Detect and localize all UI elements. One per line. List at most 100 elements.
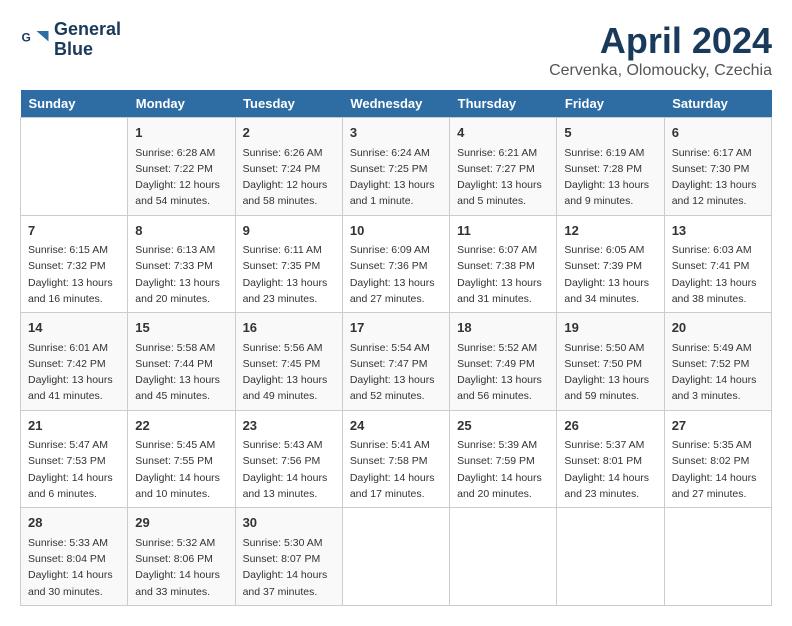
day-number: 9 bbox=[243, 221, 335, 241]
day-info: Sunrise: 5:50 AM Sunset: 7:50 PM Dayligh… bbox=[564, 340, 656, 405]
calendar-cell: 18Sunrise: 5:52 AM Sunset: 7:49 PM Dayli… bbox=[450, 313, 557, 411]
day-info: Sunrise: 6:21 AM Sunset: 7:27 PM Dayligh… bbox=[457, 145, 549, 210]
calendar-week-2: 7Sunrise: 6:15 AM Sunset: 7:32 PM Daylig… bbox=[21, 215, 772, 313]
calendar-cell bbox=[450, 508, 557, 606]
day-number: 11 bbox=[457, 221, 549, 241]
day-info: Sunrise: 6:11 AM Sunset: 7:35 PM Dayligh… bbox=[243, 242, 335, 307]
day-number: 2 bbox=[243, 123, 335, 143]
day-number: 20 bbox=[672, 318, 764, 338]
day-number: 29 bbox=[135, 513, 227, 533]
day-info: Sunrise: 6:24 AM Sunset: 7:25 PM Dayligh… bbox=[350, 145, 442, 210]
day-info: Sunrise: 5:43 AM Sunset: 7:56 PM Dayligh… bbox=[243, 437, 335, 502]
calendar-week-5: 28Sunrise: 5:33 AM Sunset: 8:04 PM Dayli… bbox=[21, 508, 772, 606]
weekday-header-monday: Monday bbox=[128, 90, 235, 118]
day-info: Sunrise: 6:01 AM Sunset: 7:42 PM Dayligh… bbox=[28, 340, 120, 405]
calendar-cell: 16Sunrise: 5:56 AM Sunset: 7:45 PM Dayli… bbox=[235, 313, 342, 411]
day-number: 8 bbox=[135, 221, 227, 241]
day-info: Sunrise: 6:26 AM Sunset: 7:24 PM Dayligh… bbox=[243, 145, 335, 210]
calendar-cell: 7Sunrise: 6:15 AM Sunset: 7:32 PM Daylig… bbox=[21, 215, 128, 313]
day-number: 27 bbox=[672, 416, 764, 436]
day-number: 3 bbox=[350, 123, 442, 143]
day-info: Sunrise: 6:03 AM Sunset: 7:41 PM Dayligh… bbox=[672, 242, 764, 307]
calendar-cell: 12Sunrise: 6:05 AM Sunset: 7:39 PM Dayli… bbox=[557, 215, 664, 313]
day-info: Sunrise: 5:45 AM Sunset: 7:55 PM Dayligh… bbox=[135, 437, 227, 502]
svg-text:G: G bbox=[22, 30, 31, 44]
day-info: Sunrise: 5:52 AM Sunset: 7:49 PM Dayligh… bbox=[457, 340, 549, 405]
day-number: 23 bbox=[243, 416, 335, 436]
day-info: Sunrise: 5:47 AM Sunset: 7:53 PM Dayligh… bbox=[28, 437, 120, 502]
day-number: 13 bbox=[672, 221, 764, 241]
day-info: Sunrise: 5:32 AM Sunset: 8:06 PM Dayligh… bbox=[135, 535, 227, 600]
calendar-cell: 24Sunrise: 5:41 AM Sunset: 7:58 PM Dayli… bbox=[342, 410, 449, 508]
day-number: 7 bbox=[28, 221, 120, 241]
day-number: 26 bbox=[564, 416, 656, 436]
calendar-cell: 1Sunrise: 6:28 AM Sunset: 7:22 PM Daylig… bbox=[128, 118, 235, 216]
calendar-cell: 8Sunrise: 6:13 AM Sunset: 7:33 PM Daylig… bbox=[128, 215, 235, 313]
day-number: 22 bbox=[135, 416, 227, 436]
calendar-cell: 28Sunrise: 5:33 AM Sunset: 8:04 PM Dayli… bbox=[21, 508, 128, 606]
page-header: G General Blue April 2024 Cervenka, Olom… bbox=[20, 20, 772, 80]
day-info: Sunrise: 5:41 AM Sunset: 7:58 PM Dayligh… bbox=[350, 437, 442, 502]
calendar-cell: 19Sunrise: 5:50 AM Sunset: 7:50 PM Dayli… bbox=[557, 313, 664, 411]
day-info: Sunrise: 6:09 AM Sunset: 7:36 PM Dayligh… bbox=[350, 242, 442, 307]
calendar-week-1: 1Sunrise: 6:28 AM Sunset: 7:22 PM Daylig… bbox=[21, 118, 772, 216]
day-info: Sunrise: 6:07 AM Sunset: 7:38 PM Dayligh… bbox=[457, 242, 549, 307]
calendar-cell: 10Sunrise: 6:09 AM Sunset: 7:36 PM Dayli… bbox=[342, 215, 449, 313]
day-info: Sunrise: 6:19 AM Sunset: 7:28 PM Dayligh… bbox=[564, 145, 656, 210]
day-info: Sunrise: 5:56 AM Sunset: 7:45 PM Dayligh… bbox=[243, 340, 335, 405]
calendar-cell: 21Sunrise: 5:47 AM Sunset: 7:53 PM Dayli… bbox=[21, 410, 128, 508]
day-number: 25 bbox=[457, 416, 549, 436]
calendar-cell bbox=[557, 508, 664, 606]
weekday-header-tuesday: Tuesday bbox=[235, 90, 342, 118]
day-info: Sunrise: 5:49 AM Sunset: 7:52 PM Dayligh… bbox=[672, 340, 764, 405]
calendar-cell bbox=[664, 508, 771, 606]
day-number: 30 bbox=[243, 513, 335, 533]
day-number: 5 bbox=[564, 123, 656, 143]
weekday-header-row: SundayMondayTuesdayWednesdayThursdayFrid… bbox=[21, 90, 772, 118]
day-number: 21 bbox=[28, 416, 120, 436]
calendar-cell: 22Sunrise: 5:45 AM Sunset: 7:55 PM Dayli… bbox=[128, 410, 235, 508]
calendar-cell: 23Sunrise: 5:43 AM Sunset: 7:56 PM Dayli… bbox=[235, 410, 342, 508]
location-title: Cervenka, Olomoucky, Czechia bbox=[549, 62, 772, 80]
day-number: 4 bbox=[457, 123, 549, 143]
calendar-cell: 3Sunrise: 6:24 AM Sunset: 7:25 PM Daylig… bbox=[342, 118, 449, 216]
month-title: April 2024 bbox=[549, 20, 772, 62]
calendar-cell: 15Sunrise: 5:58 AM Sunset: 7:44 PM Dayli… bbox=[128, 313, 235, 411]
day-info: Sunrise: 6:13 AM Sunset: 7:33 PM Dayligh… bbox=[135, 242, 227, 307]
day-number: 16 bbox=[243, 318, 335, 338]
day-info: Sunrise: 5:30 AM Sunset: 8:07 PM Dayligh… bbox=[243, 535, 335, 600]
weekday-header-friday: Friday bbox=[557, 90, 664, 118]
calendar-table: SundayMondayTuesdayWednesdayThursdayFrid… bbox=[20, 90, 772, 606]
day-number: 6 bbox=[672, 123, 764, 143]
day-info: Sunrise: 6:15 AM Sunset: 7:32 PM Dayligh… bbox=[28, 242, 120, 307]
day-info: Sunrise: 5:37 AM Sunset: 8:01 PM Dayligh… bbox=[564, 437, 656, 502]
calendar-cell: 4Sunrise: 6:21 AM Sunset: 7:27 PM Daylig… bbox=[450, 118, 557, 216]
day-number: 17 bbox=[350, 318, 442, 338]
day-info: Sunrise: 5:39 AM Sunset: 7:59 PM Dayligh… bbox=[457, 437, 549, 502]
calendar-cell: 26Sunrise: 5:37 AM Sunset: 8:01 PM Dayli… bbox=[557, 410, 664, 508]
logo-icon: G bbox=[20, 25, 50, 55]
day-info: Sunrise: 5:54 AM Sunset: 7:47 PM Dayligh… bbox=[350, 340, 442, 405]
calendar-week-4: 21Sunrise: 5:47 AM Sunset: 7:53 PM Dayli… bbox=[21, 410, 772, 508]
calendar-cell bbox=[21, 118, 128, 216]
calendar-cell: 25Sunrise: 5:39 AM Sunset: 7:59 PM Dayli… bbox=[450, 410, 557, 508]
day-number: 18 bbox=[457, 318, 549, 338]
weekday-header-wednesday: Wednesday bbox=[342, 90, 449, 118]
calendar-cell: 30Sunrise: 5:30 AM Sunset: 8:07 PM Dayli… bbox=[235, 508, 342, 606]
calendar-cell: 5Sunrise: 6:19 AM Sunset: 7:28 PM Daylig… bbox=[557, 118, 664, 216]
calendar-cell: 13Sunrise: 6:03 AM Sunset: 7:41 PM Dayli… bbox=[664, 215, 771, 313]
day-info: Sunrise: 5:35 AM Sunset: 8:02 PM Dayligh… bbox=[672, 437, 764, 502]
day-info: Sunrise: 6:17 AM Sunset: 7:30 PM Dayligh… bbox=[672, 145, 764, 210]
day-number: 28 bbox=[28, 513, 120, 533]
calendar-cell: 11Sunrise: 6:07 AM Sunset: 7:38 PM Dayli… bbox=[450, 215, 557, 313]
weekday-header-thursday: Thursday bbox=[450, 90, 557, 118]
day-info: Sunrise: 6:05 AM Sunset: 7:39 PM Dayligh… bbox=[564, 242, 656, 307]
weekday-header-sunday: Sunday bbox=[21, 90, 128, 118]
calendar-week-3: 14Sunrise: 6:01 AM Sunset: 7:42 PM Dayli… bbox=[21, 313, 772, 411]
day-number: 10 bbox=[350, 221, 442, 241]
day-number: 12 bbox=[564, 221, 656, 241]
day-info: Sunrise: 5:33 AM Sunset: 8:04 PM Dayligh… bbox=[28, 535, 120, 600]
day-info: Sunrise: 6:28 AM Sunset: 7:22 PM Dayligh… bbox=[135, 145, 227, 210]
logo: G General Blue bbox=[20, 20, 121, 60]
day-number: 15 bbox=[135, 318, 227, 338]
